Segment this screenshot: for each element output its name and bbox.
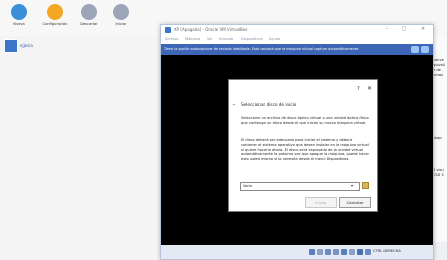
menu-entrada[interactable]: Entrada bbox=[219, 37, 233, 41]
window-title: XP [Apagada] - Oracle VM VirtualBox bbox=[174, 27, 248, 32]
close-button[interactable]: ✕ bbox=[417, 26, 429, 32]
chevron-down-icon: ▾ bbox=[351, 183, 354, 188]
cancel-button[interactable]: Cancelar bbox=[339, 197, 371, 208]
dialog-intro-text: Seleccione un archivo de disco óptico vi… bbox=[241, 116, 369, 125]
details-text: umas bbox=[433, 73, 443, 77]
discard-label: Descartar bbox=[80, 22, 98, 26]
virtualbox-icon bbox=[165, 27, 171, 33]
vm-name: ejjesia bbox=[20, 43, 33, 48]
mouse-integration-icon[interactable] bbox=[365, 249, 371, 255]
vm-list bbox=[0, 36, 160, 260]
help-button[interactable]: ? bbox=[357, 86, 360, 92]
new-vm-button[interactable]: Nueva bbox=[2, 4, 36, 34]
start-label: Iniciar bbox=[115, 22, 127, 26]
start-button[interactable]: Iniciar bbox=[305, 197, 337, 208]
vm-titlebar[interactable]: XP [Apagada] - Oracle VM VirtualBox – □ … bbox=[161, 25, 433, 35]
discard-button[interactable]: Descartar bbox=[72, 4, 106, 34]
maximize-button[interactable]: □ bbox=[398, 26, 410, 32]
details-panel-edge: conve quivali e de umas shop 4 visu ESD … bbox=[432, 36, 447, 260]
back-arrow-icon[interactable]: ← bbox=[233, 102, 236, 107]
disk-select[interactable]: Vacío ▾ bbox=[240, 182, 360, 191]
dialog-instructions-text: El disco deberá ser adecuado para inicia… bbox=[241, 138, 370, 162]
details-text: conve bbox=[433, 58, 444, 62]
dialog-title: Seleccionar disco de inicio bbox=[241, 102, 297, 107]
folder-icon[interactable] bbox=[362, 182, 369, 189]
details-text: 4 visu bbox=[433, 168, 444, 172]
notification-bar: Tiene la opción autocapturar de teclado … bbox=[161, 44, 433, 55]
details-text: shop bbox=[433, 136, 442, 140]
details-text: ESD S bbox=[433, 173, 444, 177]
settings-label: Configuración bbox=[42, 22, 68, 26]
minimize-button[interactable]: – bbox=[381, 26, 393, 32]
cancel-button-label: Cancelar bbox=[346, 200, 364, 205]
discard-arrow-icon bbox=[81, 4, 97, 20]
vm-os-icon bbox=[4, 39, 18, 53]
host-key-label: CTRL DERECHA bbox=[373, 249, 401, 253]
start-button-label: Iniciar bbox=[315, 200, 327, 205]
menu-dispositivos[interactable]: Dispositivos bbox=[241, 37, 263, 41]
new-label: Nueva bbox=[13, 22, 25, 26]
details-text: quivali bbox=[433, 63, 445, 67]
shared-folder-icon[interactable] bbox=[349, 249, 355, 255]
start-vm-button[interactable]: Iniciar bbox=[104, 4, 138, 34]
menu-ayuda[interactable]: Ayuda bbox=[269, 37, 280, 41]
menu-archivo[interactable]: Archivo bbox=[165, 37, 178, 41]
usb-icon[interactable] bbox=[341, 249, 347, 255]
vm-menubar: Archivo Máquina Ver Entrada Dispositivos… bbox=[161, 35, 433, 44]
notification-text: Tiene la opción autocapturar de teclado … bbox=[164, 47, 359, 51]
details-text: e de bbox=[433, 68, 441, 72]
display-icon[interactable] bbox=[357, 249, 363, 255]
menu-ver[interactable]: Ver bbox=[207, 37, 213, 41]
gear-icon bbox=[47, 4, 63, 20]
settings-button[interactable]: Configuración bbox=[38, 4, 72, 34]
audio-icon[interactable] bbox=[325, 249, 331, 255]
boot-disk-dialog: ? ✕ ← Seleccionar disco de inicio Selecc… bbox=[228, 79, 378, 212]
dialog-close-button[interactable]: ✕ bbox=[367, 85, 372, 92]
new-icon bbox=[11, 4, 27, 20]
menu-maquina[interactable]: Máquina bbox=[185, 37, 200, 41]
optical-drive-icon[interactable] bbox=[317, 249, 323, 255]
start-arrow-icon bbox=[113, 4, 129, 20]
network-icon[interactable] bbox=[333, 249, 339, 255]
disk-select-value: Vacío bbox=[243, 184, 253, 188]
notification-close-icon[interactable] bbox=[421, 46, 429, 53]
info-toggle-icon[interactable] bbox=[411, 46, 419, 53]
vm-statusbar: CTRL DERECHA bbox=[161, 245, 433, 259]
vm-list-item[interactable]: ejjesia bbox=[4, 39, 154, 57]
hard-disk-icon[interactable] bbox=[309, 249, 315, 255]
